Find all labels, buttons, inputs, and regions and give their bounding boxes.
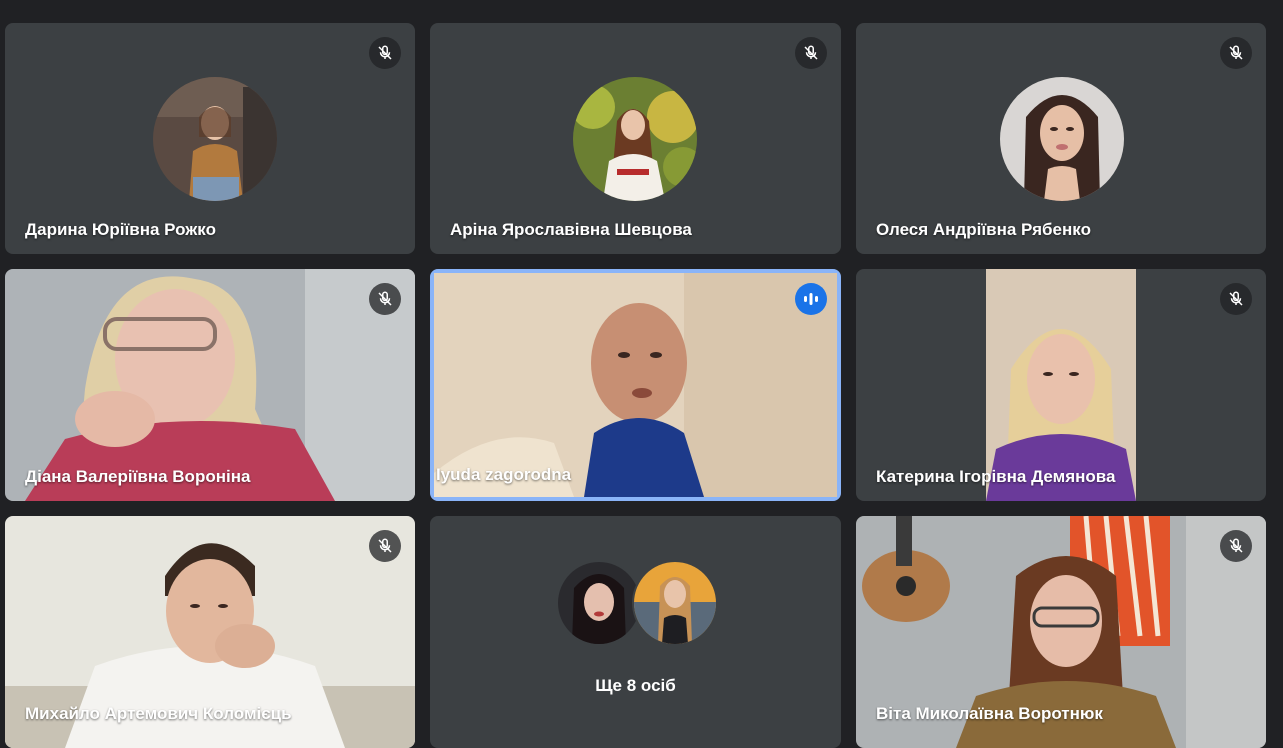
mic-off-icon xyxy=(1220,283,1252,315)
participant-tile-active-speaker[interactable]: Iyuda zagorodna xyxy=(430,269,841,501)
participant-name: Олеся Андріївна Рябенко xyxy=(876,220,1091,239)
participant-name: Катерина Ігорівна Демянова xyxy=(876,467,1116,486)
participant-tile[interactable]: Олеся Андріївна Рябенко xyxy=(856,23,1266,254)
participant-avatar xyxy=(556,560,642,646)
participant-name: Діана Валеріївна Вороніна xyxy=(25,467,251,486)
participant-name: Михайло Артемович Коломієць xyxy=(25,704,292,723)
participant-tile[interactable]: Катерина Ігорівна Демянова xyxy=(856,269,1266,501)
participant-name: Віта Миколаївна Воротнюк xyxy=(876,704,1103,723)
participant-tile[interactable]: Віта Миколаївна Воротнюк xyxy=(856,516,1266,748)
mic-off-icon xyxy=(1220,530,1252,562)
participant-tile[interactable]: Діана Валеріївна Вороніна xyxy=(5,269,415,501)
more-participants-tile[interactable]: Ще 8 осіб xyxy=(430,516,841,748)
mic-off-icon xyxy=(795,37,827,69)
participant-avatar xyxy=(153,77,277,201)
more-participants-label: Ще 8 осіб xyxy=(595,676,676,695)
participant-avatar xyxy=(573,77,697,201)
participant-name: Дарина Юріївна Рожко xyxy=(25,220,216,239)
mic-off-icon xyxy=(369,530,401,562)
participant-avatar xyxy=(1000,77,1124,201)
participant-name: Iyuda zagorodna xyxy=(436,465,572,484)
participant-video xyxy=(434,273,837,497)
audio-level-icon xyxy=(795,283,827,315)
mic-off-icon xyxy=(1220,37,1252,69)
mic-off-icon xyxy=(369,37,401,69)
participant-avatar xyxy=(632,560,718,646)
participant-tile[interactable]: Михайло Артемович Коломієць xyxy=(5,516,415,748)
participant-tile[interactable]: Дарина Юріївна Рожко xyxy=(5,23,415,254)
participant-name: Аріна Ярославівна Шевцова xyxy=(450,220,692,239)
participant-tile[interactable]: Аріна Ярославівна Шевцова xyxy=(430,23,841,254)
mic-off-icon xyxy=(369,283,401,315)
